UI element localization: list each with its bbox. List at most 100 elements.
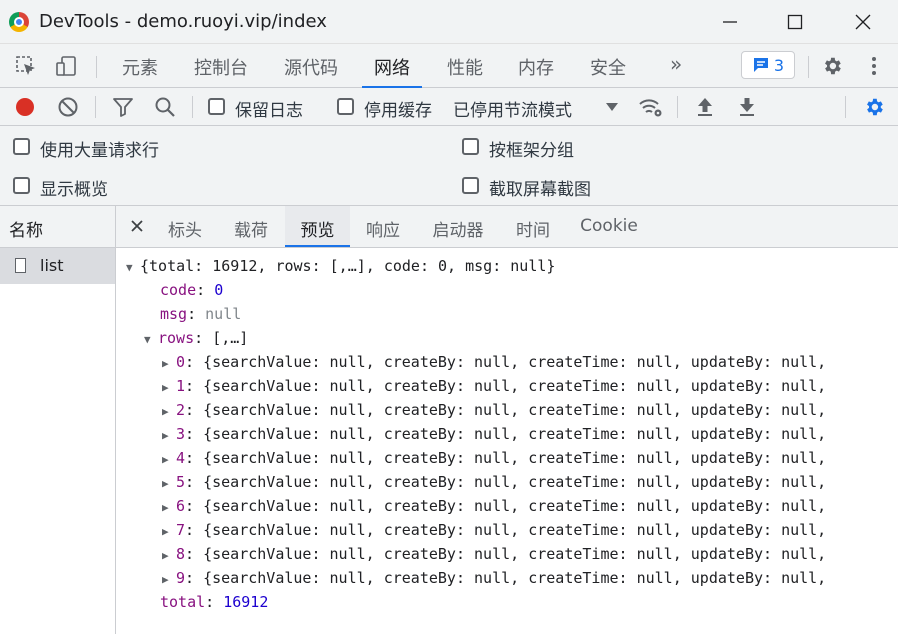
issues-badge-button[interactable]: 3 bbox=[741, 51, 795, 79]
json-root-node[interactable]: ▼ {total: 16912, rows: [,…], code: 0, msg… bbox=[126, 254, 555, 278]
json-key: msg bbox=[160, 305, 188, 323]
capture-screenshots-checkbox[interactable] bbox=[462, 177, 479, 194]
tab-memory[interactable]: 内存 bbox=[506, 54, 566, 88]
throttling-dropdown-arrow[interactable] bbox=[600, 95, 624, 119]
collapsed-triangle-icon: ▶ bbox=[162, 573, 169, 586]
tab-payload[interactable]: 载荷 bbox=[222, 206, 280, 247]
name-column-header[interactable]: 名称 bbox=[0, 206, 115, 248]
json-row-summary: {searchValue: null, createBy: null, crea… bbox=[203, 497, 827, 515]
collapsed-triangle-icon: ▶ bbox=[162, 429, 169, 442]
network-settings-button[interactable] bbox=[862, 95, 886, 119]
request-row[interactable]: list bbox=[0, 248, 115, 284]
group-by-frame-checkbox[interactable] bbox=[462, 138, 479, 155]
json-row-item[interactable]: ▶ 3: {searchValue: null, createBy: null, … bbox=[162, 422, 826, 446]
close-detail-button[interactable] bbox=[130, 215, 144, 238]
close-window-button[interactable] bbox=[848, 8, 878, 36]
device-toolbar-button[interactable] bbox=[54, 54, 78, 78]
json-code-node: code: 0 bbox=[160, 281, 224, 299]
throttling-select[interactable]: 已停用节流模式 bbox=[453, 96, 572, 121]
json-value: null bbox=[205, 305, 242, 323]
request-detail-panel: 标头 载荷 预览 响应 启动器 时间 Cookie ▼ {total: 16912… bbox=[116, 206, 898, 634]
json-msg-node: msg: null bbox=[160, 305, 242, 323]
large-rows-checkbox[interactable] bbox=[13, 138, 30, 155]
export-har-button[interactable] bbox=[735, 95, 759, 119]
collapsed-triangle-icon: ▶ bbox=[162, 453, 169, 466]
collapsed-triangle-icon: ▶ bbox=[162, 381, 169, 394]
json-row-item[interactable]: ▶ 7: {searchValue: null, createBy: null, … bbox=[162, 518, 826, 542]
download-icon bbox=[740, 98, 754, 116]
json-row-summary: {searchValue: null, createBy: null, crea… bbox=[203, 353, 827, 371]
json-row-item[interactable]: ▶ 6: {searchValue: null, createBy: null, … bbox=[162, 494, 826, 518]
search-button[interactable] bbox=[153, 95, 177, 119]
capture-screenshots-label: 截取屏幕截图 bbox=[489, 180, 591, 200]
inspect-cursor-icon bbox=[16, 56, 35, 75]
tab-console[interactable]: 控制台 bbox=[182, 54, 260, 88]
customize-menu-button[interactable] bbox=[862, 54, 886, 78]
json-row-item[interactable]: ▶ 1: {searchValue: null, createBy: null, … bbox=[162, 374, 826, 398]
tab-cookies[interactable]: Cookie bbox=[574, 206, 644, 247]
json-row-item[interactable]: ▶ 5: {searchValue: null, createBy: null, … bbox=[162, 470, 826, 494]
network-conditions-button[interactable] bbox=[638, 95, 662, 119]
collapsed-triangle-icon: ▶ bbox=[162, 525, 169, 538]
toolbar-divider bbox=[845, 96, 846, 118]
close-icon bbox=[855, 14, 871, 30]
tab-performance[interactable]: 性能 bbox=[435, 54, 495, 88]
caret-down-icon bbox=[606, 103, 618, 111]
preserve-log-checkbox[interactable] bbox=[208, 98, 225, 115]
collapsed-triangle-icon: ▶ bbox=[162, 405, 169, 418]
network-toolbar: 保留日志 停用缓存 已停用节流模式 bbox=[0, 88, 898, 126]
collapsed-triangle-icon: ▶ bbox=[162, 477, 169, 490]
import-har-button[interactable] bbox=[693, 95, 717, 119]
tab-sources[interactable]: 源代码 bbox=[272, 54, 350, 88]
preserve-log-label: 保留日志 bbox=[235, 101, 303, 121]
json-value: [,…] bbox=[212, 329, 249, 347]
json-row-item[interactable]: ▶ 2: {searchValue: null, createBy: null, … bbox=[162, 398, 826, 422]
upload-icon bbox=[698, 98, 712, 116]
more-tabs-button[interactable]: » bbox=[658, 52, 694, 86]
show-overview-checkbox[interactable] bbox=[13, 177, 30, 194]
large-rows-label: 使用大量请求行 bbox=[40, 141, 159, 161]
json-key: 3 bbox=[176, 425, 186, 443]
tab-headers[interactable]: 标头 bbox=[156, 206, 214, 247]
json-row-item[interactable]: ▶ 0: {searchValue: null, createBy: null, … bbox=[162, 350, 826, 374]
json-key: code bbox=[160, 281, 197, 299]
record-icon bbox=[16, 98, 34, 116]
json-row-item[interactable]: ▶ 9: {searchValue: null, createBy: null, … bbox=[162, 566, 826, 590]
json-preview-tree: ▼ {total: 16912, rows: [,…], code: 0, msg… bbox=[116, 248, 898, 634]
toolbar-divider bbox=[192, 96, 193, 118]
show-overview-label: 显示概览 bbox=[40, 180, 108, 200]
request-list-panel: 名称 list bbox=[0, 206, 116, 634]
chrome-logo-icon bbox=[9, 12, 29, 32]
minimize-button[interactable] bbox=[715, 8, 745, 36]
collapsed-triangle-icon: ▶ bbox=[162, 357, 169, 370]
json-row-summary: {searchValue: null, createBy: null, crea… bbox=[203, 569, 827, 587]
disable-cache-checkbox[interactable] bbox=[337, 98, 354, 115]
tab-elements[interactable]: 元素 bbox=[110, 54, 170, 88]
search-icon bbox=[155, 97, 175, 117]
json-key: 0 bbox=[176, 353, 186, 371]
wifi-settings-icon bbox=[639, 99, 662, 117]
settings-button[interactable] bbox=[820, 54, 844, 78]
tab-timing[interactable]: 时间 bbox=[504, 206, 562, 247]
kebab-menu-icon bbox=[872, 57, 876, 75]
json-row-item[interactable]: ▶ 8: {searchValue: null, createBy: null, … bbox=[162, 542, 826, 566]
inspect-element-button[interactable] bbox=[14, 54, 38, 78]
json-rows-node[interactable]: ▼ rows: [,…] bbox=[144, 326, 248, 350]
tab-preview[interactable]: 预览 bbox=[285, 206, 350, 247]
expanded-triangle-icon: ▼ bbox=[144, 333, 151, 346]
gear-icon bbox=[825, 57, 841, 75]
tab-network[interactable]: 网络 bbox=[362, 54, 422, 88]
tab-initiator[interactable]: 启动器 bbox=[422, 206, 494, 247]
filter-button[interactable] bbox=[111, 95, 135, 119]
record-button[interactable] bbox=[13, 95, 37, 119]
json-row-item[interactable]: ▶ 4: {searchValue: null, createBy: null, … bbox=[162, 446, 826, 470]
request-name: list bbox=[40, 256, 64, 275]
tab-security[interactable]: 安全 bbox=[578, 54, 638, 88]
json-key: 2 bbox=[176, 401, 186, 419]
network-settings-pane: 使用大量请求行 按框架分组 显示概览 截取屏幕截图 bbox=[0, 126, 898, 206]
clear-button[interactable] bbox=[56, 95, 80, 119]
tab-response[interactable]: 响应 bbox=[354, 206, 412, 247]
maximize-button[interactable] bbox=[780, 8, 810, 36]
collapsed-triangle-icon: ▶ bbox=[162, 501, 169, 514]
detail-tabbar: 标头 载荷 预览 响应 启动器 时间 Cookie bbox=[116, 206, 898, 248]
